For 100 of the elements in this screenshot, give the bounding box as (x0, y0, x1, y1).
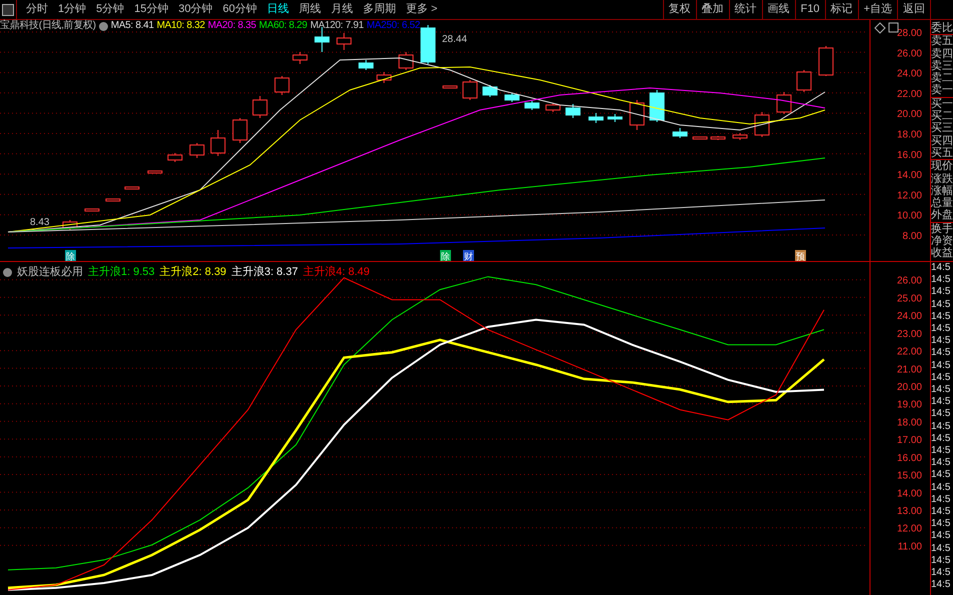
value-axis-label: 23.00 (896, 328, 922, 340)
quote-field-label: 买一 (931, 96, 953, 110)
candlestick (650, 90, 664, 122)
candlestick (692, 136, 708, 140)
toolbar-button[interactable]: 画线 (762, 0, 795, 19)
quote-field-label: 委比 (931, 22, 953, 34)
candlestick (106, 198, 120, 202)
tick-time: 14:5 (931, 274, 952, 286)
candlestick (710, 136, 726, 140)
low-price-label: 8.43 (30, 217, 50, 228)
event-marker[interactable]: 财 (463, 250, 474, 261)
price-axis-label: 18.00 (896, 130, 922, 140)
tick-time: 14:5 (931, 335, 952, 348)
candlestick (190, 142, 204, 158)
quote-field-label: 买三 (931, 122, 953, 135)
indicator-value: 主升浪1: 9.53 (88, 264, 155, 280)
value-axis-label: 17.00 (896, 435, 922, 446)
indicator-value: MA5: 8.41 (110, 20, 154, 32)
candlestick (524, 100, 540, 110)
candlestick (84, 208, 100, 212)
toolbar-button[interactable]: F10 (794, 0, 825, 19)
candlestick (462, 80, 478, 100)
tick-time: 14:5 (931, 432, 952, 446)
tick-time: 14:5 (931, 506, 952, 518)
candlestick (482, 84, 498, 98)
tick-time: 14:5 (931, 518, 952, 530)
tick-time: 14:5 (931, 542, 952, 555)
high-price-label: 28.44 (442, 34, 468, 45)
toolbar-button[interactable]: 返回 (897, 0, 930, 19)
toolbar-button[interactable]: +自选 (858, 0, 897, 19)
price-axis-label: 24.00 (896, 68, 922, 80)
candlestick (336, 32, 352, 50)
value-axis-label: 26.00 (896, 276, 922, 287)
tick-time: 14:5 (931, 372, 952, 384)
period-tab[interactable]: 更多 > (401, 1, 442, 18)
settings-icon[interactable] (98, 22, 108, 30)
period-tab[interactable]: 15分钟 (129, 1, 174, 18)
price-axis-label: 26.00 (896, 48, 922, 60)
period-tab[interactable]: 多周期 (358, 1, 401, 18)
candlestick (442, 86, 458, 88)
indicator-value: MA60: 8.29 (259, 20, 308, 32)
period-tab[interactable]: 5分钟 (91, 1, 130, 18)
tick-time: 14:5 (931, 408, 952, 421)
tick-time: 14:5 (931, 347, 952, 360)
value-axis-label: 21.00 (896, 364, 922, 376)
price-axis-label: 8.00 (902, 231, 922, 242)
quote-field-label: 涨幅 (931, 184, 953, 197)
tick-time: 14:5 (931, 286, 952, 299)
value-axis-label: 25.00 (896, 293, 922, 304)
value-axis-label: 14.00 (896, 488, 922, 500)
period-tab[interactable]: 分时 (21, 1, 53, 18)
indicator-value: 主升浪3: 8.37 (231, 264, 298, 280)
quote-field-label: 涨跌 (931, 172, 953, 185)
panel-toggle-icon[interactable] (2, 4, 14, 16)
candlestick (754, 112, 770, 138)
window-icon[interactable] (888, 22, 898, 32)
toolbar-button[interactable]: 标记 (824, 0, 858, 19)
toolbar-button[interactable]: 叠加 (696, 0, 729, 19)
toolbar-button[interactable]: 统计 (728, 0, 762, 19)
tick-time: 14:5 (931, 482, 952, 494)
period-tab[interactable]: 月线 (326, 1, 358, 18)
candlestick (546, 102, 560, 112)
period-tab[interactable]: 30分钟 (174, 1, 218, 18)
candlestick (398, 52, 414, 70)
value-axis-label: 15.00 (896, 470, 922, 482)
quote-field-label: 收益 (931, 247, 953, 260)
candlestick (210, 130, 226, 156)
indicator-value: MA20: 8.35 (208, 20, 256, 32)
indicator-value: MA10: 8.32 (156, 20, 205, 32)
candlestick (504, 92, 520, 102)
quote-field-label: 卖一 (931, 84, 953, 97)
tick-time: 14:5 (931, 530, 952, 543)
candlestick (148, 170, 162, 174)
period-tab[interactable]: 60分钟 (218, 1, 262, 18)
settings-icon[interactable] (3, 268, 12, 277)
tick-time: 14:5 (931, 494, 952, 506)
value-axis-label: 24.00 (896, 311, 922, 322)
value-axis-label: 18.00 (896, 417, 922, 428)
quote-field-label: 买五 (931, 146, 953, 160)
period-tab[interactable]: 日线 (262, 1, 294, 18)
toolbar-button[interactable]: 复权 (662, 0, 696, 19)
period-tab[interactable]: 周线 (294, 1, 326, 18)
candlestick (232, 118, 248, 144)
value-axis-label: 11.00 (898, 541, 922, 552)
price-axis-label: 20.00 (896, 109, 922, 120)
price-axis-label: 14.00 (896, 170, 922, 182)
tick-time: 14:5 (931, 298, 952, 311)
candlestick (630, 100, 644, 130)
diamond-icon[interactable] (874, 22, 886, 34)
price-axis-label: 28.00 (896, 28, 922, 39)
candlestick (252, 96, 268, 118)
tick-time: 14:5 (931, 567, 952, 580)
tick-time: 14:5 (931, 579, 952, 592)
period-tab[interactable]: 1分钟 (53, 1, 92, 18)
candlestick (292, 52, 308, 64)
quote-field-label: 总量 (931, 197, 953, 210)
quote-field-label: 现价 (931, 159, 953, 173)
tick-time: 14:5 (931, 457, 952, 470)
quote-field-label: 买二 (931, 110, 953, 122)
price-axis-label: 10.00 (896, 210, 922, 222)
